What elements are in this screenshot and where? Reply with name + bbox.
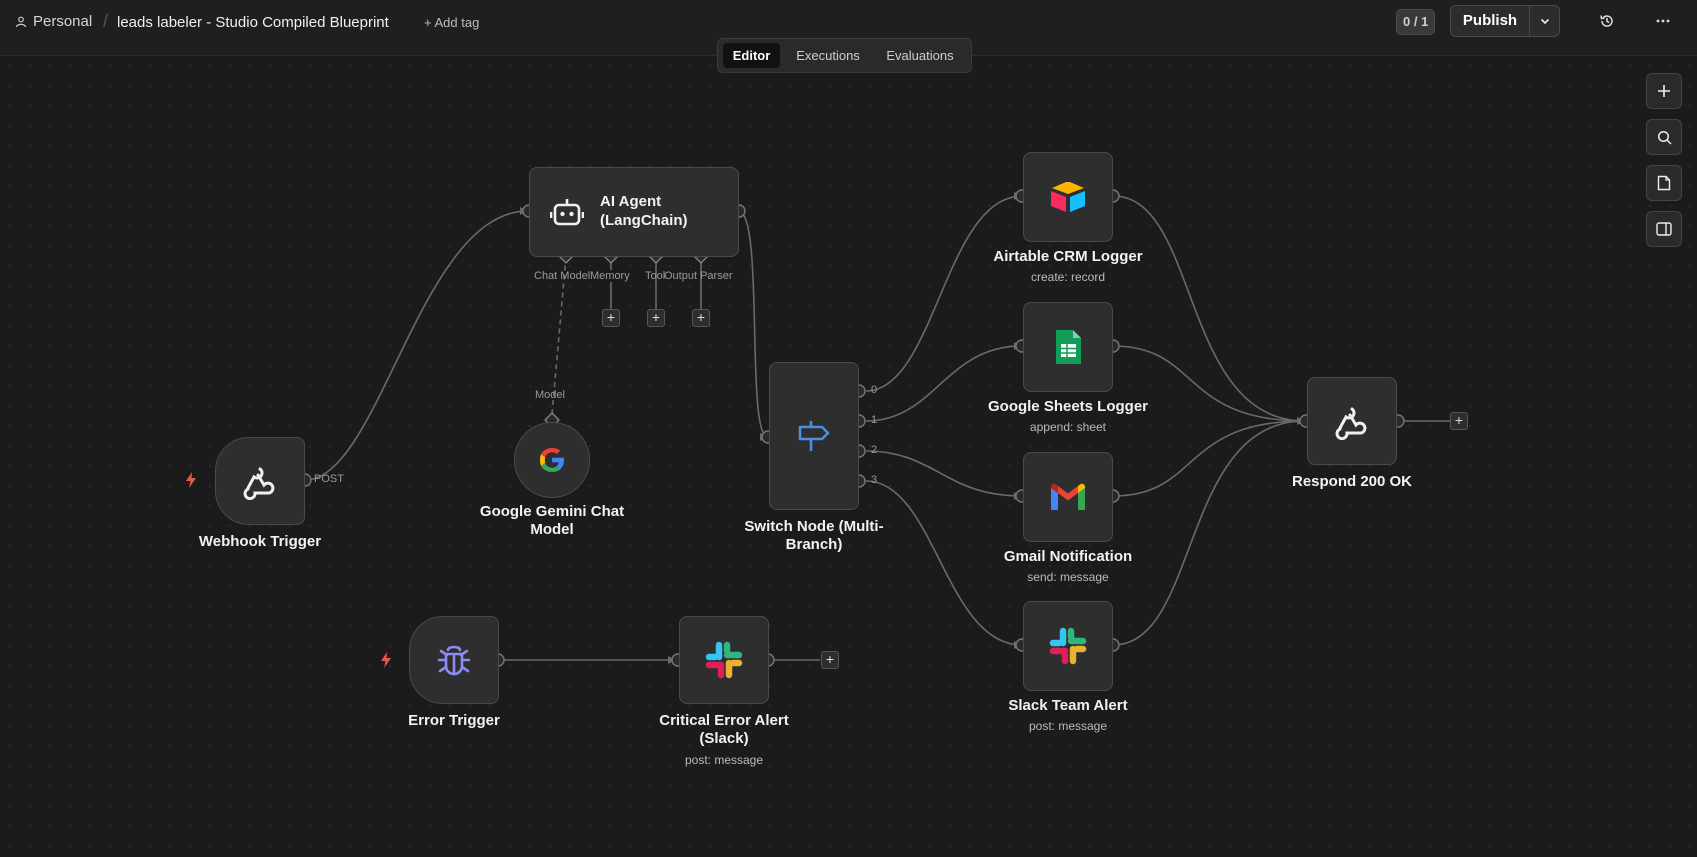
add-node-after-respond-button[interactable]: + — [1450, 412, 1468, 430]
google-sheets-icon — [1056, 330, 1081, 364]
webhook-icon — [243, 467, 275, 500]
edge-agent-switch — [737, 210, 769, 438]
add-output-parser-button[interactable]: + — [692, 309, 710, 327]
robot-icon — [550, 199, 584, 226]
view-tabs: Editor Executions Evaluations — [717, 38, 972, 73]
gemini-handle-model: Model — [535, 389, 565, 401]
workspace-name: Personal — [33, 13, 93, 30]
breadcrumb-personal[interactable]: Personal — [15, 13, 92, 30]
node-error-trigger[interactable] — [409, 616, 499, 704]
signpost-icon — [798, 421, 830, 451]
search-nodes-button[interactable] — [1646, 119, 1682, 155]
slack-icon — [1049, 627, 1087, 665]
plus-icon — [1658, 85, 1670, 97]
tab-evaluations[interactable]: Evaluations — [876, 43, 964, 68]
node-respond-200[interactable] — [1307, 377, 1397, 465]
panel-icon — [1656, 222, 1672, 236]
node-switch-label: Switch Node (Multi- Branch) — [724, 518, 904, 554]
switch-output-0: 0 — [871, 384, 878, 396]
node-critical-error-alert-label: Critical Error Alert (Slack) — [634, 712, 814, 748]
slack-icon — [705, 641, 743, 679]
airtable-icon — [1051, 182, 1085, 212]
gmail-icon — [1051, 483, 1085, 510]
toggle-panel-button[interactable] — [1646, 211, 1682, 247]
switch-output-1: 1 — [871, 414, 878, 426]
webhook-output-label: POST — [314, 473, 344, 485]
gemini-label-line1: Google Gemini Chat — [479, 503, 625, 520]
node-slack-team-alert[interactable] — [1023, 601, 1113, 691]
publish-button[interactable]: Publish — [1451, 6, 1529, 36]
switch-output-3: 3 — [871, 474, 878, 486]
trigger-bolt-icon — [186, 472, 196, 488]
version-counter: 0 / 1 — [1396, 9, 1436, 35]
edge-webhook-agent — [304, 210, 529, 481]
tab-editor[interactable]: Editor — [723, 43, 780, 68]
history-icon — [1600, 15, 1613, 27]
publish-options-button[interactable] — [1530, 6, 1559, 36]
agent-handle-output-parser: Output Parser — [664, 270, 733, 282]
chevron-down-icon — [1540, 18, 1549, 25]
tab-executions[interactable]: Executions — [788, 43, 868, 68]
node-webhook-trigger-label: Webhook Trigger — [198, 533, 322, 550]
node-google-sheets-label: Google Sheets Logger — [987, 398, 1149, 415]
google-g-icon — [540, 448, 564, 472]
node-critical-error-alert[interactable] — [679, 616, 769, 704]
node-slack-team-alert-label: Slack Team Alert — [1008, 697, 1128, 714]
more-options-button[interactable] — [1652, 10, 1674, 32]
add-memory-button[interactable]: + — [602, 309, 620, 327]
publish-button-group: Publish — [1450, 5, 1560, 37]
node-google-sheets-sub: append: sheet — [1029, 420, 1107, 434]
sticky-note-icon — [1657, 175, 1671, 191]
add-tool-button[interactable]: + — [647, 309, 665, 327]
node-airtable[interactable] — [1023, 152, 1113, 242]
node-slack-team-alert-sub: post: message — [1028, 719, 1108, 733]
critical-label-line1: Critical Error Alert — [659, 712, 789, 729]
add-node-button[interactable] — [1646, 73, 1682, 109]
switch-label-line2: Branch) — [785, 536, 843, 553]
ellipsis-icon — [1656, 19, 1670, 23]
critical-label-line2: (Slack) — [699, 730, 749, 747]
node-gmail[interactable] — [1023, 452, 1113, 542]
node-gmail-sub: send: message — [1027, 570, 1109, 584]
node-error-trigger-label: Error Trigger — [408, 712, 500, 729]
node-google-gemini-label: Google Gemini Chat Model — [462, 503, 642, 539]
node-ai-agent-title: AI Agent (LangChain) — [600, 192, 688, 230]
user-icon — [15, 16, 27, 27]
agent-handle-chat-model: Chat Model — [534, 270, 591, 282]
edge-switch-gmail — [865, 450, 1023, 497]
agent-handle-memory: Memory — [590, 270, 630, 282]
switch-label-line1: Switch Node (Multi- — [744, 518, 884, 535]
breadcrumb-separator: / — [103, 11, 109, 31]
add-sticky-note-button[interactable] — [1646, 165, 1682, 201]
node-airtable-sub: create: record — [1030, 270, 1106, 284]
node-airtable-label: Airtable CRM Logger — [993, 248, 1143, 265]
edge-airtable-respond — [1112, 195, 1306, 422]
edge-switch-airtable — [865, 195, 1023, 392]
agent-handle-tool: Tool — [645, 270, 665, 282]
bug-icon — [437, 645, 471, 676]
add-tag-button[interactable]: + Add tag — [424, 15, 479, 30]
add-node-after-critical-button[interactable]: + — [821, 651, 839, 669]
node-critical-error-alert-sub: post: message — [684, 753, 764, 767]
trigger-bolt-icon — [381, 652, 391, 668]
search-icon — [1657, 130, 1672, 145]
workflow-title[interactable]: leads labeler - Studio Compiled Blueprin… — [117, 14, 389, 31]
agent-title-line2: (LangChain) — [600, 212, 688, 229]
node-respond-200-label: Respond 200 OK — [1291, 473, 1413, 490]
webhook-icon — [1335, 407, 1367, 440]
node-google-sheets[interactable] — [1023, 302, 1113, 392]
node-gmail-label: Gmail Notification — [1003, 548, 1133, 565]
history-button[interactable] — [1596, 10, 1618, 32]
switch-output-2: 2 — [871, 444, 878, 456]
edge-slack-respond — [1112, 420, 1306, 646]
agent-title-line1: AI Agent — [600, 193, 662, 210]
node-webhook-trigger[interactable] — [215, 437, 305, 525]
gemini-label-line2: Model — [530, 521, 574, 538]
node-google-gemini[interactable] — [514, 422, 590, 498]
node-switch[interactable] — [769, 362, 859, 510]
